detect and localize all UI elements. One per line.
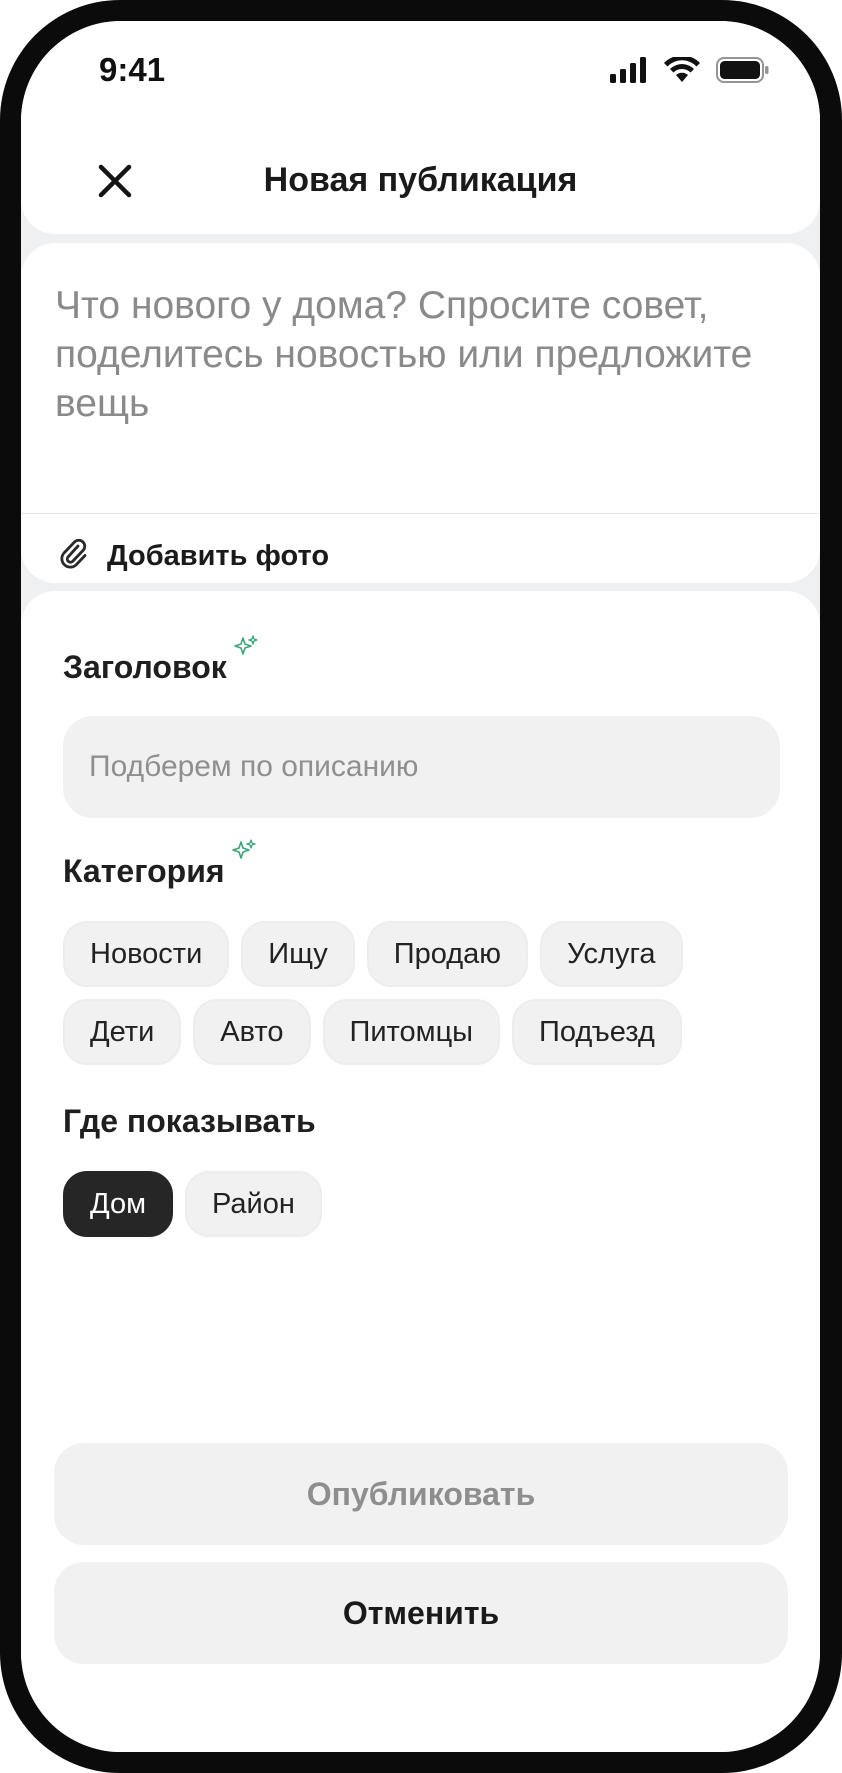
- add-photo-label: Добавить фото: [107, 539, 330, 572]
- page-title: Новая публикация: [263, 161, 578, 199]
- title-input[interactable]: [63, 716, 780, 818]
- visibility-chips-row: Дом Район: [63, 1171, 322, 1237]
- publish-button[interactable]: Опубликовать: [54, 1443, 788, 1545]
- category-chip-pets[interactable]: Питомцы: [322, 999, 501, 1065]
- category-chips-row-1: Новости Ищу Продаю Услуга: [63, 921, 683, 987]
- category-chip-entrance[interactable]: Подъезд: [512, 999, 682, 1065]
- paperclip-icon: [59, 538, 89, 575]
- category-chip-looking[interactable]: Ищу: [241, 921, 355, 987]
- visibility-section-label: Где показывать: [63, 1103, 316, 1139]
- visibility-section-heading: Где показывать: [63, 1103, 316, 1140]
- category-chip-service[interactable]: Услуга: [540, 921, 683, 987]
- status-icons: [610, 55, 770, 88]
- category-section-label: Категория: [63, 853, 225, 889]
- category-chip-news[interactable]: Новости: [63, 921, 230, 987]
- category-section-heading: Категория: [63, 839, 257, 890]
- battery-icon: [716, 57, 770, 88]
- wifi-icon: [664, 55, 700, 88]
- phone-frame: 9:41 Новая публикация Что нового у дома?…: [0, 0, 842, 1773]
- category-chip-kids[interactable]: Дети: [63, 999, 182, 1065]
- screen: 9:41 Новая публикация Что нового у дома?…: [21, 21, 820, 1752]
- cancel-button[interactable]: Отменить: [54, 1562, 788, 1664]
- title-section-heading: Заголовок: [63, 635, 259, 686]
- divider: [21, 513, 820, 514]
- header-card: 9:41 Новая публикация: [21, 21, 820, 234]
- category-chip-selling[interactable]: Продаю: [366, 921, 529, 987]
- add-photo-button[interactable]: Добавить фото: [59, 533, 329, 579]
- title-section-label: Заголовок: [63, 649, 227, 685]
- post-text-input[interactable]: Что нового у дома? Спросите совет, подел…: [55, 281, 785, 428]
- category-chips-row-2: Дети Авто Питомцы Подъезд: [63, 999, 682, 1065]
- sparkle-icon: [233, 631, 259, 668]
- category-chip-auto[interactable]: Авто: [193, 999, 311, 1065]
- status-time: 9:41: [99, 51, 166, 88]
- visibility-chip-house[interactable]: Дом: [63, 1171, 174, 1237]
- visibility-chip-district[interactable]: Район: [185, 1171, 322, 1237]
- signal-icon: [610, 57, 648, 88]
- sparkle-icon: [231, 835, 257, 872]
- compose-card: Что нового у дома? Спросите совет, подел…: [21, 243, 820, 583]
